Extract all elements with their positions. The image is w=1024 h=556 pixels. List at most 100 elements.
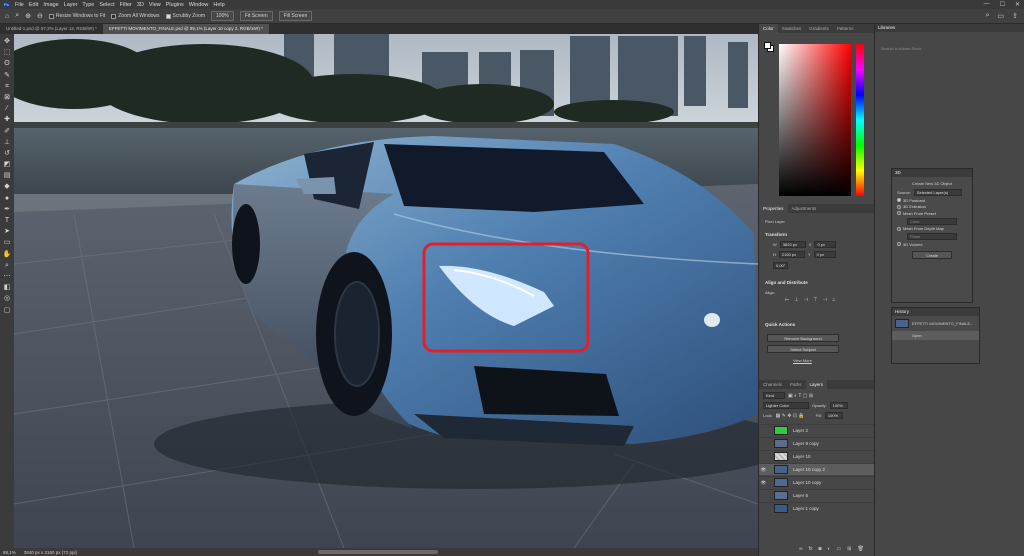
option-3d-extrusion[interactable]: 3D Extrusion (897, 204, 967, 209)
hand-tool-icon[interactable]: ✋ (3, 251, 12, 259)
x-field[interactable]: 0 px (814, 241, 837, 248)
tab-properties[interactable]: Properties (759, 204, 788, 213)
pen-tool-icon[interactable]: ✒ (4, 206, 10, 214)
layer-row[interactable]: Layer 1 copy (759, 502, 875, 514)
option-3d-postcard[interactable]: 3D Postcard (897, 198, 967, 203)
tab-untitled[interactable]: Untitled-1.psd @ 57,2% (Layer 12, RGB/8#… (0, 24, 103, 34)
quick-mask-icon[interactable]: ◎ (4, 295, 10, 303)
option-3d-volume[interactable]: 3D Volume (897, 242, 967, 247)
history-title[interactable]: History (892, 308, 979, 316)
align-right-icon[interactable]: ⊣ (804, 297, 808, 303)
crop-tool-icon[interactable]: ⌗ (5, 83, 9, 91)
type-tool-icon[interactable]: T (5, 217, 9, 225)
radio-button[interactable] (897, 242, 901, 246)
lasso-tool-icon[interactable]: ʘ (4, 60, 9, 68)
lock-icons[interactable]: ▦ ✎ ✥ ⊡ 🔒 (776, 413, 805, 419)
align-top-icon[interactable]: ⊤ (813, 297, 817, 303)
path-selection-icon[interactable]: ➤ (4, 228, 10, 236)
select-subject-button[interactable]: Select Subject (767, 345, 839, 353)
zoom-out-icon[interactable]: ⊖ (37, 12, 43, 20)
3d-title[interactable]: 3D (892, 169, 972, 177)
transform-title[interactable]: Transform (765, 232, 787, 237)
maximize-icon[interactable]: ☐ (1000, 1, 1005, 8)
dodge-tool-icon[interactable]: ● (5, 195, 9, 203)
horizontal-scrollbar[interactable] (318, 550, 438, 554)
align-middle-icon[interactable]: ⊣ (822, 297, 826, 303)
zoom-tool-icon[interactable]: ⌕ (15, 12, 19, 20)
tab-gradients[interactable]: Gradients (805, 26, 833, 31)
tab-patterns[interactable]: Patterns (833, 26, 858, 31)
depth-map-select[interactable]: Plane (907, 233, 957, 240)
opacity-field[interactable]: 100% (829, 402, 848, 409)
tab-adjustments[interactable]: Adjustments (788, 206, 821, 211)
eye-icon[interactable]: 👁 (759, 480, 768, 486)
blend-mode-select[interactable]: Lighter Color (763, 402, 809, 409)
radio-button[interactable] (897, 211, 901, 215)
menu-plugins[interactable]: Plugins (166, 2, 184, 8)
menu-layer[interactable]: Layer (64, 2, 78, 8)
minimize-icon[interactable]: — (984, 1, 990, 8)
align-bottom-icon[interactable]: ⊥ (832, 297, 836, 303)
move-tool-icon[interactable]: ✥ (4, 38, 10, 46)
search-icon[interactable]: ⌕ (986, 12, 990, 20)
radio-button[interactable] (897, 198, 901, 202)
zoom-in-icon[interactable]: ⊕ (25, 12, 31, 20)
layer-row[interactable]: Layer 2 (759, 424, 875, 436)
menu-type[interactable]: Type (82, 2, 94, 8)
menu-help[interactable]: Help (213, 2, 224, 8)
tab-channels[interactable]: Channels (759, 382, 786, 387)
gradient-tool-icon[interactable]: ▤ (4, 172, 11, 180)
add-mask-icon[interactable]: ◙ (818, 546, 821, 552)
color-swatches-icon[interactable]: ◧ (4, 284, 11, 292)
zoom-100-button[interactable]: 100% (211, 11, 234, 21)
document-canvas[interactable] (14, 34, 758, 548)
history-snapshot[interactable]: EFFETTI MOVIMENTO_FINALE... (892, 316, 979, 331)
align-title[interactable]: Align and Distribute (765, 280, 808, 285)
hue-slider[interactable] (856, 44, 864, 196)
delete-layer-icon[interactable]: 🗑 (857, 546, 863, 552)
eyedropper-tool-icon[interactable]: ⁄ (6, 105, 7, 113)
layer-filter-kind[interactable]: Kind (763, 392, 785, 399)
tab-color[interactable]: Color (759, 24, 778, 33)
brush-tool-icon[interactable]: ✐ (4, 128, 10, 136)
option-depth-map[interactable]: Mesh From Depth Map (897, 226, 967, 231)
menu-filter[interactable]: Filter (120, 2, 132, 8)
screen-mode-icon[interactable]: ▢ (4, 307, 11, 315)
align-left-icon[interactable]: ⊢ (785, 297, 789, 303)
zoom-tool-icon[interactable]: ⌕ (5, 262, 9, 270)
zoom-level[interactable]: 89,1% (3, 550, 16, 555)
scrubby-zoom-checkbox[interactable]: Scrubby Zoom (165, 13, 205, 19)
marquee-tool-icon[interactable]: ⬚ (4, 49, 11, 57)
menu-window[interactable]: Window (189, 2, 209, 8)
menu-edit[interactable]: Edit (29, 2, 38, 8)
radio-button[interactable] (897, 204, 901, 209)
rectangle-tool-icon[interactable]: ▭ (4, 239, 11, 247)
menu-file[interactable]: File (15, 2, 24, 8)
link-layers-icon[interactable]: ∞ (799, 546, 803, 552)
history-brush-icon[interactable]: ↺ (4, 150, 10, 158)
width-field[interactable]: 3820 px (779, 241, 806, 248)
menu-select[interactable]: Select (99, 2, 114, 8)
tab-paths[interactable]: Paths (786, 382, 806, 387)
clone-stamp-icon[interactable]: ⊥ (4, 139, 10, 147)
remove-background-button[interactable]: Remove Background (767, 334, 839, 342)
libraries-title[interactable]: Libraries (875, 24, 1024, 32)
layer-row[interactable]: 👁 Layer 10 copy (759, 476, 875, 488)
foreground-color-swatch[interactable] (764, 42, 771, 49)
align-center-icon[interactable]: ⊥ (794, 297, 798, 303)
share-icon[interactable]: ⇪ (1012, 12, 1018, 20)
quick-select-tool-icon[interactable]: ✎ (4, 72, 10, 80)
angle-field[interactable]: 0,00° (773, 262, 789, 269)
color-picker-field[interactable] (779, 44, 851, 196)
history-state-open[interactable]: Open (892, 331, 979, 340)
new-group-icon[interactable]: ▭ (837, 546, 842, 552)
create-3d-button[interactable]: Create (912, 250, 952, 259)
filter-icons[interactable]: ▣ ◐ T ▢ ⊞ (788, 393, 813, 399)
new-layer-icon[interactable]: ⊞ (847, 546, 851, 552)
y-field[interactable]: 0 px (813, 251, 836, 258)
adjustment-layer-icon[interactable]: ◐ (828, 546, 831, 552)
frame-tool-icon[interactable]: ⊠ (4, 94, 10, 102)
layer-row[interactable]: Layer 6 (759, 489, 875, 501)
source-select[interactable]: Selected Layer(s) (913, 189, 962, 196)
resize-windows-checkbox[interactable]: Resize Windows to Fit (48, 13, 105, 19)
